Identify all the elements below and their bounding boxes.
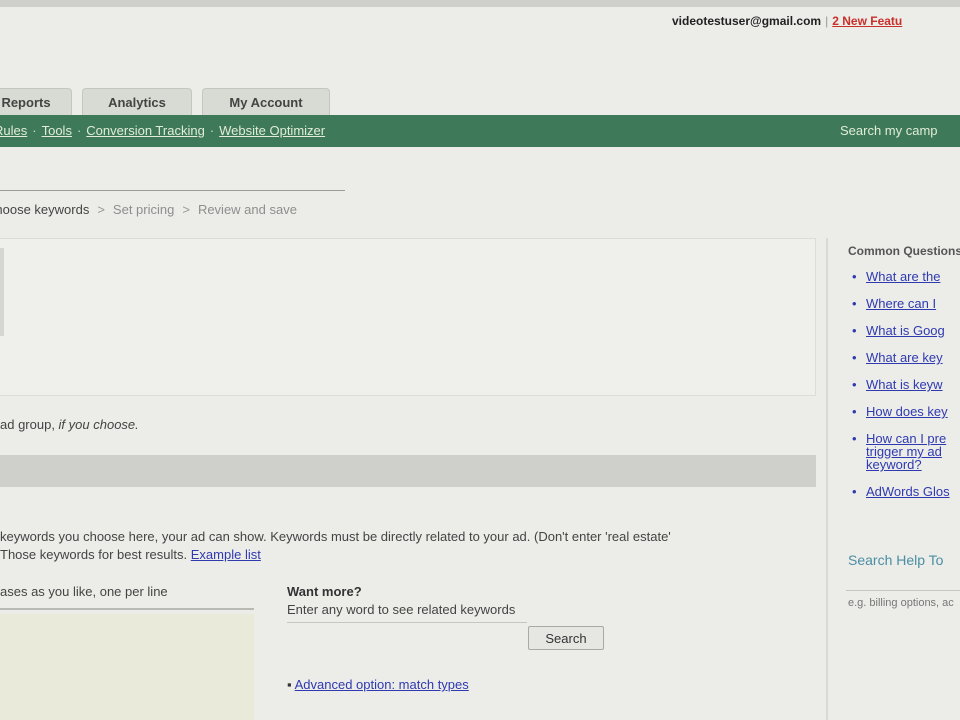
nav-link-website-optimizer[interactable]: Website Optimizer xyxy=(219,123,325,138)
question-item[interactable]: How can I pre trigger my ad keyword? xyxy=(850,432,960,471)
adgroup-note-italic: if you choose. xyxy=(58,417,139,432)
question-item[interactable]: How does key xyxy=(850,405,960,418)
tab-analytics[interactable]: Analytics xyxy=(82,88,192,115)
search-button[interactable]: Search xyxy=(528,626,604,650)
common-questions-title: Common Questions xyxy=(848,244,960,258)
keywords-box-rule xyxy=(0,608,254,610)
question-item[interactable]: What is keyw xyxy=(850,378,960,391)
step-set-pricing: Set pricing xyxy=(112,202,175,217)
question-link[interactable]: AdWords Glos xyxy=(866,484,950,499)
common-questions-list: What are the Where can I What is Goog Wh… xyxy=(850,270,960,512)
nav-link-tools[interactable]: Tools xyxy=(42,123,72,138)
account-separator: | xyxy=(825,14,829,28)
adgroup-note-text: ad group, xyxy=(0,417,59,432)
nav-search-campaigns[interactable]: Search my camp xyxy=(840,123,938,138)
step-choose-keywords: Choose keywords xyxy=(0,202,90,217)
keywords-description-line1: keywords you choose here, your ad can sh… xyxy=(0,529,671,544)
nav-link-conversion-tracking[interactable]: Conversion Tracking xyxy=(86,123,205,138)
nav-divider: · xyxy=(209,123,215,138)
nav-links: Rules · Tools · Conversion Tracking · Website … xyxy=(0,123,325,138)
step-arrow: > xyxy=(182,202,190,217)
top-strip xyxy=(0,0,960,7)
want-more-instructions: Enter any word to see related keywords xyxy=(287,602,516,617)
keywords-description-text: Those keywords for best results. xyxy=(0,547,191,562)
ad-preview-panel xyxy=(0,238,816,396)
question-item[interactable]: What are key xyxy=(850,351,960,364)
question-item[interactable]: What are the xyxy=(850,270,960,283)
adgroup-note: ad group, if you choose. xyxy=(0,417,139,432)
keywords-section-header xyxy=(0,455,816,487)
sidebar-divider xyxy=(826,238,828,720)
related-keyword-input[interactable] xyxy=(287,622,527,623)
breadcrumb-steps: Choose keywords > Set pricing > Review and s… xyxy=(0,202,297,217)
search-help-title: Search Help To xyxy=(848,552,944,568)
keywords-description-line2: Those keywords for best results. Example… xyxy=(0,546,800,564)
keywords-textarea[interactable] xyxy=(0,614,254,720)
bullet-icon: ▪ xyxy=(287,677,292,692)
question-link[interactable]: What is Goog xyxy=(866,323,945,338)
want-more-title: Want more? xyxy=(287,584,362,599)
question-item[interactable]: Where can I xyxy=(850,297,960,310)
tab-my-account-label: My Account xyxy=(229,95,303,110)
nav-divider: · xyxy=(32,123,37,138)
example-list-link[interactable]: Example list xyxy=(191,547,261,562)
question-item[interactable]: What is Goog xyxy=(850,324,960,337)
question-link[interactable]: What are key xyxy=(866,350,943,365)
search-help-hint: e.g. billing options, ac xyxy=(848,597,954,609)
question-link[interactable]: Where can I xyxy=(866,296,936,311)
tab-reports-label: Reports xyxy=(1,95,51,110)
account-bar: videotestuser@gmail.com | 2 New Featu xyxy=(672,14,902,28)
nav-link-rules[interactable]: Rules xyxy=(0,123,27,138)
search-help-input[interactable] xyxy=(846,590,960,591)
nav-divider: · xyxy=(76,123,82,138)
advanced-option: ▪ Advanced option: match types xyxy=(287,677,469,692)
question-link[interactable]: What is keyw xyxy=(866,377,943,392)
step-review-save: Review and save xyxy=(197,202,297,217)
tab-my-account[interactable]: My Account xyxy=(202,88,330,115)
question-item[interactable]: AdWords Glos xyxy=(850,485,960,498)
step-arrow: > xyxy=(97,202,105,217)
keywords-description: keywords you choose here, your ad can sh… xyxy=(0,528,800,564)
keywords-box-label: ases as you like, one per line xyxy=(0,584,168,599)
question-link[interactable]: How can I pre trigger my ad keyword? xyxy=(866,431,946,472)
question-link[interactable]: How does key xyxy=(866,404,948,419)
account-email: videotestuser@gmail.com xyxy=(672,14,822,28)
advanced-match-types-link[interactable]: Advanced option: match types xyxy=(295,677,469,692)
ad-preview-edge xyxy=(0,248,4,336)
tab-reports[interactable]: Reports xyxy=(0,88,72,115)
question-link[interactable]: What are the xyxy=(866,269,940,284)
new-features-link[interactable]: 2 New Featu xyxy=(832,14,902,28)
steps-divider xyxy=(0,190,345,191)
tab-analytics-label: Analytics xyxy=(108,95,166,110)
